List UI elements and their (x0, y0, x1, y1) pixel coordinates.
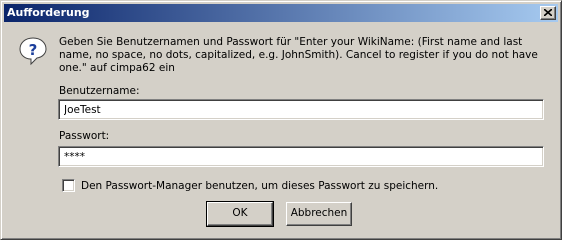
ok-button[interactable]: OK (206, 201, 274, 227)
prompt-dialog: Aufforderung ? Geben Sie Benutzernamen u… (0, 0, 562, 240)
window-title: Aufforderung (7, 6, 90, 19)
cancel-button[interactable]: Abbrechen (286, 202, 352, 226)
username-label: Benutzername: (59, 85, 140, 97)
question-icon: ? (19, 37, 47, 66)
password-manager-checkbox[interactable] (62, 179, 75, 192)
title-bar[interactable]: Aufforderung (4, 4, 558, 22)
password-manager-label[interactable]: Den Passwort-Manager benutzen, um dieses… (81, 180, 438, 193)
close-button[interactable] (540, 6, 556, 20)
password-label: Passwort: (59, 130, 110, 142)
prompt-message: Geben Sie Benutzernamen und Passwort für… (59, 36, 538, 74)
close-icon (544, 9, 552, 16)
password-field[interactable] (58, 146, 544, 167)
svg-text:?: ? (29, 41, 38, 59)
username-field[interactable] (58, 99, 544, 120)
